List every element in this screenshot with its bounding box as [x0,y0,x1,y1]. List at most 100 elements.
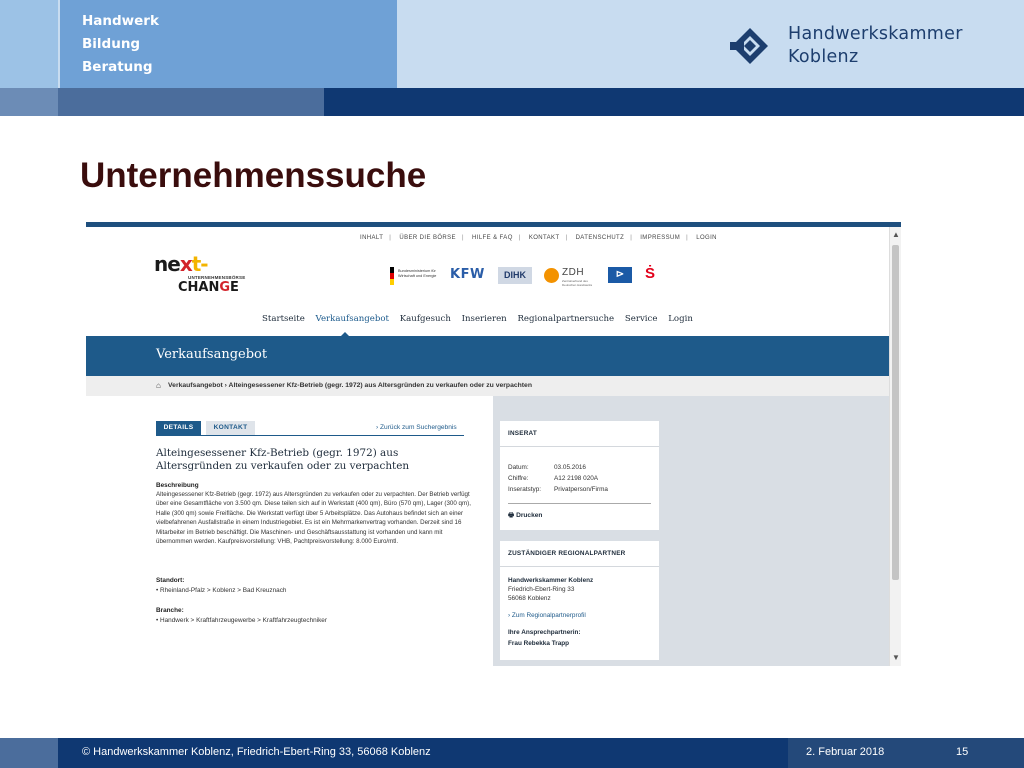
zdh-subtext: Zentralverband des Deutschen Handwerks [562,279,593,287]
footer-date: 2. Februar 2018 [806,746,885,758]
bmwi-logo[interactable]: Bundesministerium für Wirtschaft und Ene… [390,266,442,286]
nav-login[interactable]: Login [668,314,693,324]
zdh-circle-icon [544,268,559,283]
location-value: • Rheinland-Pfalz > Koblenz > Bad Kreuzn… [156,587,287,594]
util-link-kontakt[interactable]: KONTAKT [529,235,560,241]
partner-profile-link[interactable]: › Zum Regionalpartnerprofil [508,612,586,619]
slide-nav-item-handwerk: Handwerk [82,13,159,29]
print-button[interactable]: 🖶 Drucken [508,511,542,522]
logo-line2: Koblenz [788,47,859,67]
type-label: Inseratstyp: [508,486,542,493]
header-bar [0,88,1024,116]
logo-line1: Handwerkskammer [788,24,963,44]
site-top-line [86,222,901,227]
nav-regionalpartnersuche[interactable]: Regionalpartnersuche [517,314,614,324]
header-accent [0,0,58,88]
slide-nav-item-beratung: Beratung [82,59,153,75]
tab-kontakt[interactable]: KONTAKT [206,421,255,435]
ad-description: Alteingesessener Kfz-Betrieb (gegr. 1972… [156,491,471,546]
divider [500,446,659,447]
breadcrumb-text[interactable]: Verkaufsangebot › Alteingesessener Kfz-B… [168,382,532,389]
util-link-impressum[interactable]: IMPRESSUM [640,235,680,241]
header-bar-lighter [0,88,58,116]
print-label: Drucken [516,512,543,519]
util-link-login[interactable]: LOGIN [696,235,717,241]
chiffre-value: A12 2198 020A [554,475,599,482]
ad-title: Alteingesessener Kfz-Betrieb (gegr. 1972… [156,447,410,472]
slide-header: Handwerk Bildung Beratung Handwerkskamme… [0,0,1024,88]
logo-part: t- [191,252,209,276]
util-link-datenschutz[interactable]: DATENSCHUTZ [576,235,625,241]
page-header: Verkaufsangebot [86,336,889,376]
chiffre-label: Chiffre: [508,475,529,482]
divider [508,503,651,504]
bmwi-text: Bundesministerium für Wirtschaft und Ene… [398,269,437,278]
contact-heading: Ihre Ansprechpartnerin: [508,629,581,636]
german-flag-icon [390,267,394,285]
slide-title: Unternehmenssuche [80,156,427,195]
util-link-ueber[interactable]: ÜBER DIE BÖRSE [399,235,456,241]
partner-street: Friedrich-Ebert-Ring 33 [508,586,575,593]
inserat-type: Inseratstyp: Privatperson/Firma [508,486,608,493]
scrollbar[interactable]: ▲ ▼ [889,227,901,666]
slide-nav: Handwerk Bildung Beratung [60,0,397,88]
tab-details[interactable]: DETAILS [156,421,201,435]
logo-part: E [230,280,239,295]
location-heading: Standort: [156,577,185,584]
hwk-logo-icon [730,28,768,64]
slide-nav-item-bildung: Bildung [82,36,141,52]
nexxt-change-logo[interactable]: next- UNTERNEHMENSBÖRSE CHANGE [154,248,254,298]
util-sep: | [630,235,633,241]
website-screenshot: ▲ ▼ INHALT | ÜBER DIE BÖRSE | HILFE & FAQ |… [86,222,901,666]
partner-name: Handwerkskammer Koblenz [508,577,594,584]
nav-inserieren[interactable]: Inserieren [462,314,507,324]
page-header-title: Verkaufsangebot [156,347,268,362]
zdh-logo[interactable]: ZDH Zentralverband des Deutschen Handwer… [544,266,596,287]
scrollbar-thumb[interactable] [892,245,899,580]
scroll-up-icon[interactable]: ▲ [891,230,901,240]
logo-change: CHANGE [178,280,239,295]
util-sep: | [565,235,568,241]
regional-partner-box: ZUSTÄNDIGER REGIONALPARTNER Handwerkskam… [500,541,659,660]
sparkasse-logo[interactable]: Ṡ [642,265,658,283]
nav-verkaufsangebot[interactable]: Verkaufsangebot [316,314,389,324]
contact-name: Frau Rebekka Trapp [508,640,570,647]
volksbank-logo[interactable]: ⊳ [608,267,632,283]
util-link-inhalt[interactable]: INHALT [360,235,383,241]
util-sep: | [389,235,392,241]
branch-heading: Branche: [156,607,184,614]
utility-nav: INHALT | ÜBER DIE BÖRSE | HILFE & FAQ | KON… [360,235,723,241]
dihk-logo[interactable]: DIHK [498,267,532,284]
logo-part: x [179,252,193,276]
kfw-logo[interactable]: KFW [450,267,485,287]
nav-service[interactable]: Service [625,314,658,324]
nav-kaufgesuch[interactable]: Kaufgesuch [400,314,451,324]
logo-nexxt: next- [154,252,209,276]
printer-icon: 🖶 [508,512,517,519]
description-heading: Beschreibung [156,482,199,489]
inserat-heading: INSERAT [508,430,537,437]
regional-heading: ZUSTÄNDIGER REGIONALPARTNER [508,550,626,557]
util-link-hilfe[interactable]: HILFE & FAQ [472,235,513,241]
home-icon[interactable]: ⌂ [156,381,161,390]
date-label: Datum: [508,464,529,471]
back-to-results-link[interactable]: › Zurück zum Suchergebnis [376,424,457,431]
main-nav: Startseite Verkaufsangebot Kaufgesuch In… [262,314,701,324]
date-value: 03.05.2016 [554,464,586,471]
inserat-box: INSERAT Datum: 03.05.2016 Chiffre: A12 219… [500,421,659,530]
branch-value: • Handwerk > Kraftfahrzeugewerbe > Kraft… [156,617,327,624]
logo-part: ne [154,252,181,276]
util-sep: | [518,235,521,241]
page-number: 15 [956,746,969,758]
util-sep: | [686,235,689,241]
logo-part: CHAN [178,280,220,295]
partner-city: 56068 Koblenz [508,595,551,602]
footer-accent [0,738,58,768]
nav-startseite[interactable]: Startseite [262,314,305,324]
scroll-down-icon[interactable]: ▼ [891,653,901,663]
zdh-text: ZDH [562,267,585,278]
slide-footer: © Handwerkskammer Koblenz, Friedrich-Ebe… [0,738,1024,768]
util-sep: | [461,235,464,241]
tab-underline [156,435,464,436]
type-value: Privatperson/Firma [554,486,608,493]
